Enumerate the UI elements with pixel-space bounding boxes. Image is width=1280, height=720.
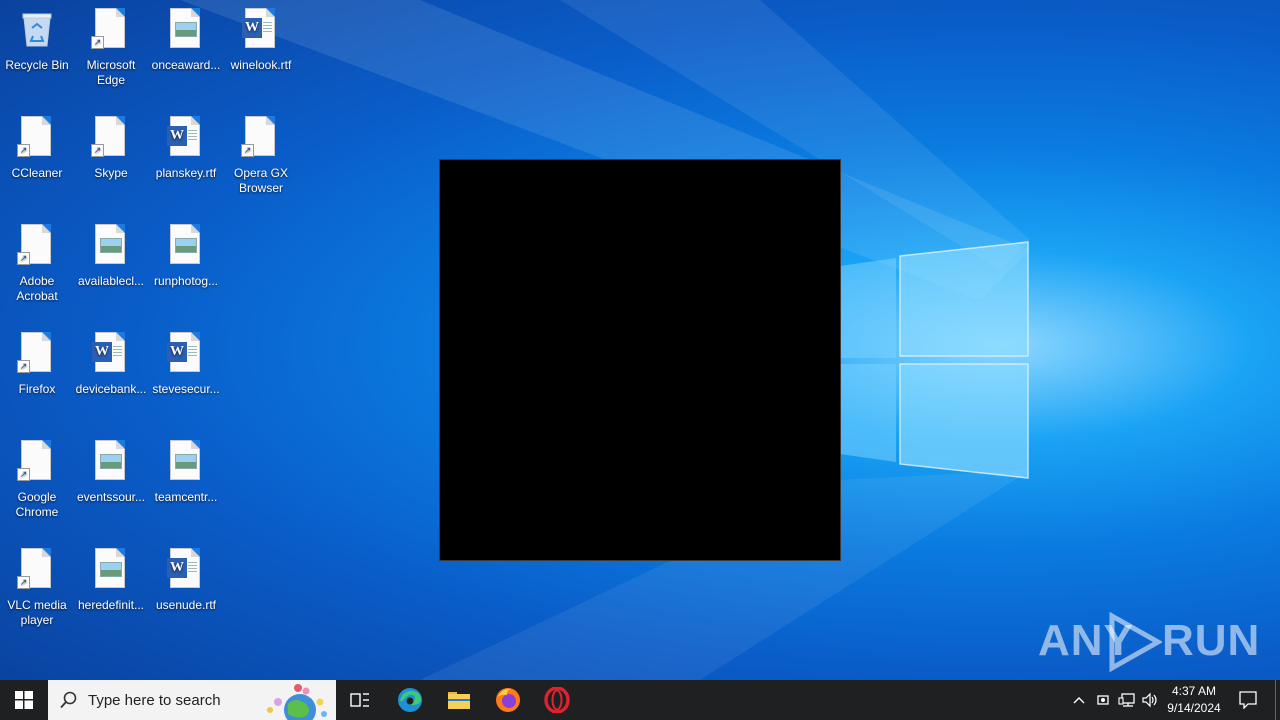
desktop-icon-label: Opera GX Browser	[233, 166, 289, 195]
desktop-icon-label: availablecl...	[77, 274, 145, 288]
windows-start-icon	[15, 691, 33, 709]
shortcut-file-icon: ↗	[15, 548, 59, 596]
desktop-icon[interactable]: ↗ VLC media player	[0, 540, 74, 628]
taskbar: Type here to search 4:37 AM 9/14/2024	[0, 680, 1280, 720]
show-desktop-divider[interactable]	[1275, 680, 1276, 720]
shortcut-file-icon: ↗	[15, 116, 59, 164]
desktop-icon-label: CCleaner	[11, 166, 63, 180]
tray-app-button[interactable]	[1092, 680, 1114, 720]
taskbar-opera-button[interactable]	[533, 680, 581, 720]
image-file-icon	[89, 224, 133, 272]
notification-icon	[1239, 691, 1257, 709]
desktop-icon[interactable]: availablecl...	[74, 216, 148, 289]
speaker-icon	[1142, 692, 1157, 708]
image-file-icon	[164, 8, 208, 56]
shortcut-file-icon: ↗	[89, 116, 133, 164]
desktop-icon-label: runphotog...	[153, 274, 219, 288]
windows-logo-wallpaper	[840, 241, 1029, 479]
image-file-icon	[89, 440, 133, 488]
image-file-icon	[89, 548, 133, 596]
file-explorer-icon	[448, 692, 470, 709]
word-document-icon: W	[164, 332, 208, 380]
desktop-icon[interactable]: ↗ Microsoft Edge	[74, 0, 148, 88]
clock-date: 9/14/2024	[1167, 701, 1221, 715]
desktop-icon-label: winelook.rtf	[230, 58, 292, 72]
edge-icon	[398, 688, 422, 712]
shortcut-file-icon: ↗	[15, 224, 59, 272]
meet-now-icon	[1097, 695, 1109, 705]
shortcut-file-icon: ↗	[15, 440, 59, 488]
search-highlight-icon	[267, 684, 327, 720]
task-view-button[interactable]	[336, 680, 384, 720]
desktop-icon[interactable]: ↗ Firefox	[0, 324, 74, 397]
desktop-icon-label: stevesecur...	[152, 382, 220, 396]
start-button[interactable]	[0, 680, 48, 720]
desktop-icon[interactable]: Wstevesecur...	[149, 324, 223, 397]
desktop-icon-label: eventssour...	[76, 490, 146, 504]
play-icon	[1109, 612, 1162, 672]
desktop-icon[interactable]: teamcentr...	[149, 432, 223, 505]
action-center-button[interactable]	[1232, 680, 1264, 720]
anyrun-watermark: ANY RUN	[1038, 612, 1259, 672]
desktop-icon[interactable]: eventssour...	[74, 432, 148, 505]
desktop-icon[interactable]: ↗ CCleaner	[0, 108, 74, 181]
image-file-icon	[164, 224, 208, 272]
network-button[interactable]	[1116, 680, 1138, 720]
word-document-icon: W	[239, 8, 283, 56]
image-file-icon	[164, 440, 208, 488]
opera-icon	[544, 687, 570, 713]
desktop-icon-label: heredefinit...	[77, 598, 145, 612]
desktop-icon-label: Skype	[94, 166, 128, 180]
firefox-icon	[496, 688, 520, 712]
word-document-icon: W	[164, 116, 208, 164]
shortcut-file-icon: ↗	[89, 8, 133, 56]
network-icon	[1118, 693, 1135, 707]
chevron-up-icon	[1073, 697, 1085, 704]
desktop-icon-label: planskey.rtf	[155, 166, 217, 180]
show-hidden-icons-button[interactable]	[1068, 680, 1090, 720]
taskbar-file-explorer-button[interactable]	[435, 680, 483, 720]
desktop-icon[interactable]: ↗ Skype	[74, 108, 148, 181]
clock[interactable]: 4:37 AM 9/14/2024	[1162, 684, 1226, 715]
watermark-right: RUN	[1162, 616, 1261, 665]
desktop-icon[interactable]: ↗ Opera GX Browser	[224, 108, 298, 196]
desktop-icon[interactable]: ↗ Adobe Acrobat	[0, 216, 74, 304]
desktop-icon[interactable]: Wplanskey.rtf	[149, 108, 223, 181]
desktop-icon[interactable]: Wusenude.rtf	[149, 540, 223, 613]
desktop-icon-label: usenude.rtf	[155, 598, 217, 612]
desktop-icon-label: devicebank...	[75, 382, 147, 396]
word-document-icon: W	[164, 548, 208, 596]
task-view-icon	[350, 693, 369, 707]
shortcut-file-icon: ↗	[15, 332, 59, 380]
desktop-icon[interactable]: Wdevicebank...	[74, 324, 148, 397]
black-window[interactable]	[440, 160, 840, 560]
desktop-icon[interactable]: ↗ Google Chrome	[0, 432, 74, 520]
desktop-icon-label: VLC media player	[7, 598, 67, 627]
desktop-icon-label: Google Chrome	[15, 490, 59, 519]
desktop-icon[interactable]: heredefinit...	[74, 540, 148, 613]
desktop-icon[interactable]: Wwinelook.rtf	[224, 0, 298, 73]
desktop-icon-label: Firefox	[18, 382, 56, 396]
desktop-icon-label: Recycle Bin	[5, 58, 69, 72]
desktop-icon-label: teamcentr...	[154, 490, 218, 504]
desktop-icon[interactable]: runphotog...	[149, 216, 223, 289]
taskbar-search-box[interactable]: Type here to search	[48, 680, 336, 720]
search-icon	[60, 691, 77, 709]
desktop-icon-label: Microsoft Edge	[86, 58, 136, 87]
shortcut-file-icon: ↗	[239, 116, 283, 164]
desktop-icon[interactable]: onceaward...	[149, 0, 223, 73]
desktop-icon[interactable]: Recycle Bin	[0, 0, 74, 73]
taskbar-edge-button[interactable]	[386, 680, 434, 720]
word-document-icon: W	[89, 332, 133, 380]
search-placeholder: Type here to search	[88, 692, 221, 709]
desktop-icon-label: Adobe Acrobat	[16, 274, 58, 303]
taskbar-firefox-button[interactable]	[484, 680, 532, 720]
recycle-bin-icon	[15, 8, 59, 56]
clock-time: 4:37 AM	[1171, 684, 1217, 698]
volume-button[interactable]	[1140, 680, 1162, 720]
desktop-icon-label: onceaward...	[151, 58, 221, 72]
